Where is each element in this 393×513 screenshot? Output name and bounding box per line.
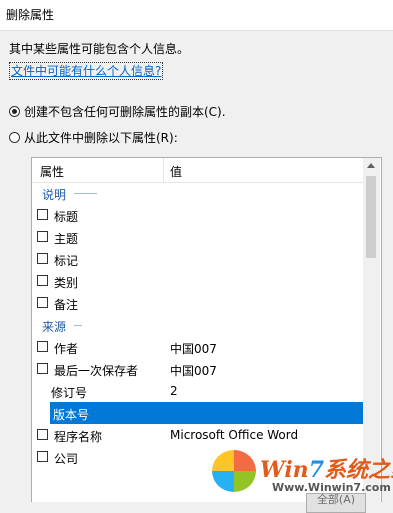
checkbox[interactable] <box>37 253 48 264</box>
title-bar: 删除属性 <box>0 0 393 31</box>
group-description: 说明 <box>32 182 363 204</box>
group-label: 来源 <box>42 320 67 334</box>
item-label: 类别 <box>54 276 79 290</box>
item-value: Microsoft Office Word <box>170 428 299 442</box>
item-label: 最后一次保存者 <box>54 364 139 378</box>
item-label: 修订号 <box>51 386 88 400</box>
option-create-copy[interactable]: 创建不包含任何可删除属性的副本(C). <box>9 103 226 120</box>
list-item-selected[interactable]: 版本号 <box>32 402 363 424</box>
checkbox[interactable] <box>37 297 48 308</box>
list-item[interactable]: 类别 <box>32 270 363 292</box>
item-label: 公司 <box>54 452 79 466</box>
list-item[interactable]: 标记 <box>32 248 363 270</box>
header-property[interactable]: 属性 <box>40 163 64 180</box>
watermark-brand: Win7系统之家 <box>260 457 393 483</box>
item-value: 中国007 <box>170 364 217 378</box>
intro-text: 其中某些属性可能包含个人信息。 <box>9 42 190 56</box>
checkbox[interactable] <box>37 209 48 220</box>
option-remove-properties[interactable]: 从此文件中删除以下属性(R): <box>9 129 178 146</box>
checkbox[interactable] <box>37 451 48 462</box>
group-divider <box>74 325 82 326</box>
item-value: 2 <box>170 384 178 398</box>
group-origin: 来源 <box>32 314 363 336</box>
item-label: 版本号 <box>53 408 90 422</box>
group-divider <box>74 193 97 194</box>
watermark: Win7系统之家 Www.Winwin7.com <box>210 448 393 501</box>
watermark-url: Www.Winwin7.com <box>272 481 391 494</box>
item-label: 程序名称 <box>54 430 103 444</box>
item-value: 中国007 <box>170 342 217 356</box>
item-label: 标题 <box>54 210 79 224</box>
list-item[interactable]: 主题 <box>32 226 363 248</box>
group-label: 说明 <box>42 188 67 202</box>
radio-create-copy[interactable] <box>9 106 20 117</box>
item-label: 作者 <box>54 342 79 356</box>
list-header: 属性 值 <box>32 158 363 183</box>
selection-highlight <box>50 402 363 424</box>
checkbox[interactable] <box>37 231 48 242</box>
scroll-up-arrow-icon[interactable] <box>367 163 375 168</box>
checkbox[interactable] <box>37 429 48 440</box>
list-item[interactable]: 备注 <box>32 292 363 314</box>
windows-logo-icon <box>212 450 256 492</box>
personal-info-link[interactable]: 文件中可能有什么个人信息? <box>9 62 164 80</box>
item-label: 主题 <box>54 232 79 246</box>
checkbox[interactable] <box>37 363 48 374</box>
scroll-thumb[interactable] <box>366 176 376 258</box>
list-item[interactable]: 标题 <box>32 204 363 226</box>
header-value[interactable]: 值 <box>170 163 182 180</box>
radio-remove-properties[interactable] <box>9 132 20 143</box>
item-label: 标记 <box>54 254 79 268</box>
checkbox[interactable] <box>37 341 48 352</box>
list-item[interactable]: 程序名称 Microsoft Office Word <box>32 424 363 446</box>
dialog-title: 删除属性 <box>6 8 55 22</box>
header-separator[interactable] <box>163 158 164 182</box>
item-label: 备注 <box>54 298 79 312</box>
list-item[interactable]: 作者 中国007 <box>32 336 363 358</box>
checkbox[interactable] <box>37 275 48 286</box>
option-remove-properties-label: 从此文件中删除以下属性(R): <box>24 131 178 145</box>
option-create-copy-label: 创建不包含任何可删除属性的副本(C). <box>24 105 226 119</box>
list-item[interactable]: 修订号 2 <box>32 380 363 402</box>
list-item[interactable]: 最后一次保存者 中国007 <box>32 358 363 380</box>
list-rows: 说明 标题 主题 标记 类别 备注 来源 作者 中国007 最后一次保存者 中国… <box>32 182 363 468</box>
